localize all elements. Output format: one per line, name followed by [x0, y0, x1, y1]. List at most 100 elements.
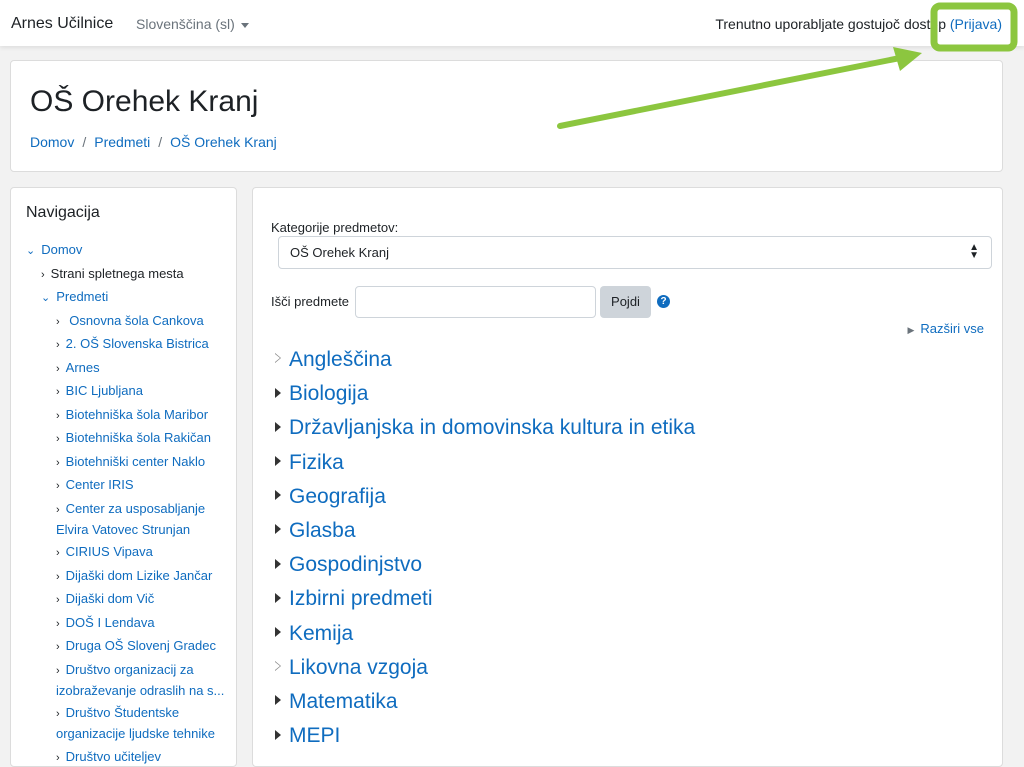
nav-item-label[interactable]: Center IRIS — [66, 477, 134, 492]
nav-item-label[interactable]: Osnovna šola Cankova — [66, 313, 204, 328]
nav-item-label[interactable]: CIRIUS Vipava — [66, 544, 153, 559]
top-navbar: Arnes Učilnice Slovenščina (sl) Trenutno… — [0, 0, 1024, 46]
nav-item-label[interactable]: Biotehniška šola Maribor — [66, 407, 208, 422]
nav-item-label[interactable]: Center za usposabljanje Elvira Vatovec S… — [56, 501, 205, 537]
nav-item-label[interactable]: BIC Ljubljana — [66, 383, 143, 398]
nav-item-category[interactable]: › Biotehniška šola Rakičan — [11, 428, 237, 449]
category-select[interactable]: OŠ Orehek Kranj ▲▼ — [278, 236, 992, 269]
nav-item-category[interactable]: › BIC Ljubljana — [11, 381, 237, 402]
navigation-tree: ⌄Domov ›Strani spletnega mesta ⌄Predmeti… — [11, 240, 237, 767]
page-title: OŠ Orehek Kranj — [30, 85, 258, 119]
nav-item-category[interactable]: ›Center IRIS — [11, 475, 237, 496]
nav-item-category[interactable]: ›Arnes — [11, 358, 237, 379]
category-item[interactable]: Gospodinjstvo — [275, 550, 975, 584]
site-brand[interactable]: Arnes Učilnice — [11, 15, 113, 33]
triangle-right-icon — [275, 593, 281, 603]
category-item[interactable]: Glasba — [275, 516, 975, 550]
nav-item-label[interactable]: Predmeti — [56, 289, 108, 304]
chevron-right-icon: › — [56, 665, 60, 677]
chevron-right-icon: › — [56, 504, 60, 516]
category-item[interactable]: Državljanjska in domovinska kultura in e… — [275, 413, 975, 447]
breadcrumb-home[interactable]: Domov — [30, 134, 74, 150]
chevron-right-icon: › — [56, 547, 60, 559]
triangle-right-icon — [275, 456, 281, 466]
nav-item-label[interactable]: Društvo učiteljev — [66, 749, 161, 764]
category-link[interactable]: Likovna vzgoja — [289, 656, 428, 679]
category-item[interactable]: Kemija — [275, 619, 975, 653]
chevron-right-icon: › — [56, 316, 60, 328]
category-link[interactable]: MEPI — [289, 724, 340, 747]
nav-item-category[interactable]: › CIRIUS Vipava — [11, 542, 237, 563]
nav-item-category[interactable]: › Druga OŠ Slovenj Gradec — [11, 636, 237, 657]
triangle-right-icon — [275, 490, 281, 500]
category-link[interactable]: Fizika — [289, 451, 344, 474]
nav-item-category[interactable]: › Dijaški dom Vič — [11, 589, 237, 610]
category-link[interactable]: Geografija — [289, 485, 386, 508]
nav-item-label[interactable]: Biotehniški center Naklo — [66, 454, 205, 469]
chevron-right-icon: › — [56, 339, 60, 351]
nav-item-label[interactable]: Biotehniška šola Rakičan — [66, 430, 211, 445]
category-item[interactable]: MEPI — [275, 721, 975, 755]
nav-item-category[interactable]: ›Center za usposabljanje Elvira Vatovec … — [11, 499, 237, 540]
search-go-button[interactable]: Pojdi — [600, 286, 651, 318]
nav-item-label[interactable]: Druga OŠ Slovenj Gradec — [66, 638, 216, 653]
help-icon[interactable]: ? — [657, 295, 670, 308]
nav-item-category[interactable]: ›Društvo organizacij za izobraževanje od… — [11, 660, 237, 701]
nav-item-site-pages[interactable]: ›Strani spletnega mesta — [11, 264, 237, 285]
nav-item-label[interactable]: DOŠ I Lendava — [66, 615, 155, 630]
category-link[interactable]: Glasba — [289, 519, 356, 542]
expand-all-link[interactable]: ▶Razširi vse — [908, 321, 985, 336]
nav-item-home[interactable]: ⌄Domov — [11, 240, 237, 261]
category-link[interactable]: Kemija — [289, 622, 353, 645]
breadcrumb-current[interactable]: OŠ Orehek Kranj — [170, 134, 277, 150]
breadcrumb-separator: / — [82, 134, 86, 150]
nav-item-label: Strani spletnega mesta — [51, 266, 184, 281]
category-item[interactable]: Izbirni predmeti — [275, 584, 975, 618]
nav-item-courses[interactable]: ⌄Predmeti — [11, 287, 237, 308]
nav-item-label[interactable]: Arnes — [66, 360, 100, 375]
category-link[interactable]: Biologija — [289, 382, 368, 405]
page-header: OŠ Orehek Kranj Domov/Predmeti/OŠ Orehek… — [10, 60, 1003, 172]
nav-item-category[interactable]: ›Društvo Študentske organizacije ljudske… — [11, 703, 237, 744]
nav-item-label[interactable]: Društvo organizacij za izobraževanje odr… — [56, 662, 224, 698]
nav-item-label[interactable]: Dijaški dom Vič — [66, 591, 155, 606]
nav-item-label[interactable]: Domov — [41, 242, 82, 257]
chevron-right-icon: › — [56, 433, 60, 445]
triangle-right-outline-icon — [275, 353, 281, 363]
chevron-right-icon: › — [56, 410, 60, 422]
breadcrumb-courses[interactable]: Predmeti — [94, 134, 150, 150]
category-item[interactable]: Angleščina — [275, 345, 975, 379]
chevron-right-icon: › — [56, 594, 60, 606]
category-link[interactable]: Gospodinjstvo — [289, 553, 422, 576]
nav-item-label[interactable]: 2. OŠ Slovenska Bistrica — [66, 336, 209, 351]
chevron-right-icon: › — [56, 641, 60, 653]
nav-item-category[interactable]: › Biotehniška šola Maribor — [11, 405, 237, 426]
category-select-value: OŠ Orehek Kranj — [290, 245, 389, 260]
triangle-right-icon — [275, 388, 281, 398]
nav-item-category[interactable]: ›DOŠ I Lendava — [11, 613, 237, 634]
chevron-right-icon: › — [56, 752, 60, 764]
chevron-right-icon: › — [56, 386, 60, 398]
category-link[interactable]: Izbirni predmeti — [289, 587, 433, 610]
nav-item-label[interactable]: Društvo Študentske organizacije ljudske … — [56, 705, 215, 741]
nav-item-category[interactable]: › Društvo učiteljev — [11, 747, 237, 767]
course-categories-panel: Kategorije predmetov: OŠ Orehek Kranj ▲▼… — [252, 187, 1003, 767]
category-link[interactable]: Angleščina — [289, 348, 392, 371]
nav-item-category[interactable]: › Osnovna šola Cankova — [11, 311, 237, 332]
language-menu[interactable]: Slovenščina (sl) — [136, 16, 249, 32]
category-item[interactable]: Fizika — [275, 448, 975, 482]
nav-item-label[interactable]: Dijaški dom Lizike Jančar — [66, 568, 213, 583]
search-courses-label: Išči predmete — [271, 294, 349, 309]
category-link[interactable]: Matematika — [289, 690, 398, 713]
category-list: Angleščina Biologija Državljanjska in do… — [275, 345, 975, 755]
category-item[interactable]: Biologija — [275, 379, 975, 413]
login-link[interactable]: (Prijava) — [950, 16, 1002, 32]
nav-item-category[interactable]: ›Dijaški dom Lizike Jančar — [11, 566, 237, 587]
category-item[interactable]: Matematika — [275, 687, 975, 721]
category-link[interactable]: Državljanjska in domovinska kultura in e… — [289, 416, 695, 439]
category-item[interactable]: Likovna vzgoja — [275, 653, 975, 687]
nav-item-category[interactable]: › 2. OŠ Slovenska Bistrica — [11, 334, 237, 355]
search-courses-input[interactable] — [355, 286, 596, 318]
nav-item-category[interactable]: ›Biotehniški center Naklo — [11, 452, 237, 473]
category-item[interactable]: Geografija — [275, 482, 975, 516]
